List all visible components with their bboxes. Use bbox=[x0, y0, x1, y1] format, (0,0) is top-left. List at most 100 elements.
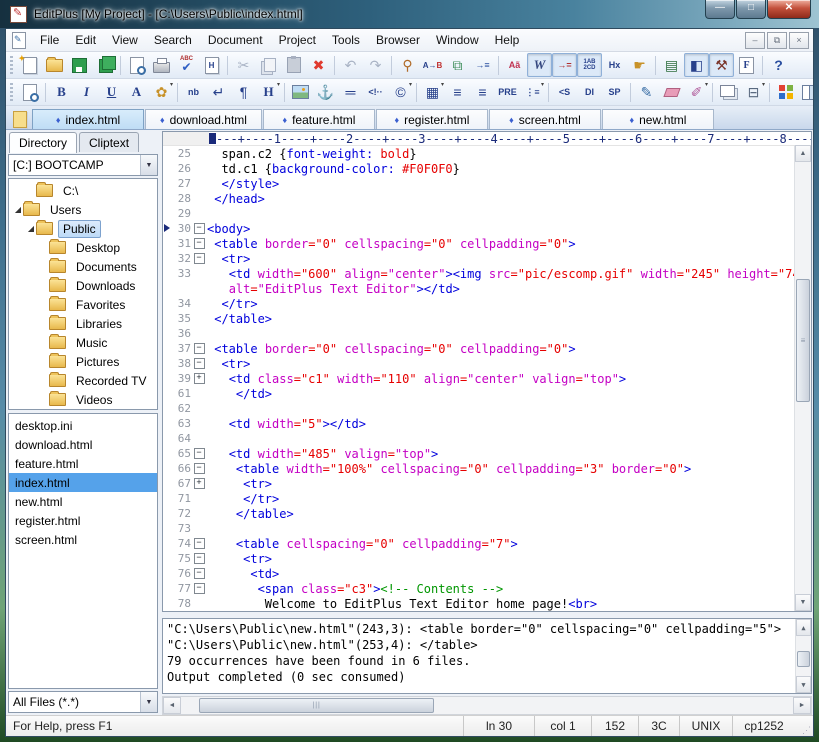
fold-collapse-icon[interactable]: − bbox=[194, 568, 205, 579]
chevron-down-icon[interactable]: ▼ bbox=[140, 155, 157, 175]
code-line-71[interactable]: 71 </tr> bbox=[163, 491, 794, 506]
document-selector-icon[interactable] bbox=[8, 109, 32, 129]
fold-column[interactable]: − bbox=[191, 448, 207, 459]
code-line-65[interactable]: 65− <td width="485" valign="top"> bbox=[163, 446, 794, 461]
scroll-track[interactable] bbox=[796, 636, 811, 676]
tab-feature.html[interactable]: ♦feature.html bbox=[263, 109, 375, 129]
eraser-button[interactable] bbox=[659, 80, 684, 104]
tools-window-button[interactable]: ⚒ bbox=[709, 53, 734, 77]
table-button[interactable]: ▦ bbox=[420, 80, 445, 104]
menu-document[interactable]: Document bbox=[200, 31, 271, 49]
code-line-77[interactable]: 77− <span class="c3"><!-- Contents --> bbox=[163, 581, 794, 596]
find-in-files-button[interactable]: ⧉ bbox=[445, 53, 470, 77]
save-all-button[interactable] bbox=[92, 53, 117, 77]
tree-item-music[interactable]: Music bbox=[9, 333, 157, 352]
output-panel[interactable]: ▲ ▼ "C:\Users\Public\new.html"(243,3): <… bbox=[162, 618, 812, 694]
scroll-track[interactable]: ||| bbox=[181, 697, 793, 714]
fold-collapse-icon[interactable]: − bbox=[194, 553, 205, 564]
scroll-down-icon[interactable]: ▼ bbox=[795, 594, 811, 611]
code-line-64[interactable]: 64 bbox=[163, 431, 794, 446]
undo-button[interactable]: ↶ bbox=[338, 53, 363, 77]
strikeout-button[interactable]: <S bbox=[552, 80, 577, 104]
file-item-register.html[interactable]: register.html bbox=[9, 511, 157, 530]
mdi-restore-button[interactable]: ⧉ bbox=[767, 32, 787, 49]
code-line-wrap[interactable]: alt="EditPlus Text Editor"></td> bbox=[163, 281, 794, 296]
file-item-index.html[interactable]: index.html bbox=[9, 473, 157, 492]
tree-item-favorites[interactable]: Favorites bbox=[9, 295, 157, 314]
code-area[interactable]: 25 span.c2 {font-weight: bold}26 td.c1 {… bbox=[163, 146, 811, 611]
text-case-button[interactable]: Aã bbox=[502, 53, 527, 77]
pre-button[interactable]: PRE bbox=[495, 80, 520, 104]
drive-selector[interactable]: [C:] BOOTCAMP ▼ bbox=[8, 154, 158, 176]
edit-source-button[interactable]: ✎ bbox=[634, 80, 659, 104]
print-preview-button[interactable] bbox=[124, 53, 149, 77]
fold-collapse-icon[interactable]: − bbox=[194, 223, 205, 234]
editor-horizontal-scrollbar[interactable]: ◄ ||| ► bbox=[162, 696, 812, 715]
toolbar-grip[interactable] bbox=[10, 56, 13, 74]
image-button[interactable] bbox=[288, 80, 313, 104]
close-button[interactable]: ✕ bbox=[767, 0, 811, 19]
resize-grip[interactable]: ⋰ bbox=[795, 716, 813, 737]
fold-column[interactable]: − bbox=[191, 253, 207, 264]
fold-column[interactable]: − bbox=[191, 223, 207, 234]
align-center-button[interactable]: ≡ bbox=[470, 80, 495, 104]
fold-column[interactable]: + bbox=[191, 373, 207, 384]
editor[interactable]: ---+----1----+----2----+----3----+----4-… bbox=[162, 131, 812, 612]
code-line-74[interactable]: 74− <table cellspacing="0" cellpadding="… bbox=[163, 536, 794, 551]
fold-column[interactable]: − bbox=[191, 343, 207, 354]
code-line-28[interactable]: 28 </head> bbox=[163, 191, 794, 206]
tab-register.html[interactable]: ♦register.html bbox=[376, 109, 488, 129]
code-line-62[interactable]: 62 bbox=[163, 401, 794, 416]
scroll-thumb[interactable] bbox=[797, 651, 810, 667]
heading-button[interactable]: H bbox=[256, 80, 281, 104]
code-line-61[interactable]: 61 </td> bbox=[163, 386, 794, 401]
code-line-34[interactable]: 34 </tr> bbox=[163, 296, 794, 311]
directory-window-button[interactable]: ◧ bbox=[684, 53, 709, 77]
code-line-38[interactable]: 38− <tr> bbox=[163, 356, 794, 371]
code-line-66[interactable]: 66− <table width="100%" cellspacing="0" … bbox=[163, 461, 794, 476]
span-button[interactable]: SP bbox=[602, 80, 627, 104]
cliptext-list-button[interactable]: ☛ bbox=[627, 53, 652, 77]
tree-item-pictures[interactable]: Pictures bbox=[9, 352, 157, 371]
file-filter-selector[interactable]: All Files (*.*) ▼ bbox=[8, 691, 158, 713]
tree-item-recordedtv[interactable]: Recorded TV bbox=[9, 371, 157, 390]
nbsp-button[interactable]: nb bbox=[181, 80, 206, 104]
fold-collapse-icon[interactable]: − bbox=[194, 583, 205, 594]
fold-column[interactable]: − bbox=[191, 463, 207, 474]
maximize-button[interactable]: □ bbox=[736, 0, 766, 19]
menu-file[interactable]: File bbox=[32, 31, 67, 49]
fold-collapse-icon[interactable]: − bbox=[194, 448, 205, 459]
file-item-screen.html[interactable]: screen.html bbox=[9, 530, 157, 549]
scroll-thumb[interactable]: ≡ bbox=[796, 279, 810, 402]
code-line-35[interactable]: 35 </table> bbox=[163, 311, 794, 326]
scroll-left-icon[interactable]: ◄ bbox=[163, 697, 181, 714]
horizontal-rule-button[interactable]: ═ bbox=[338, 80, 363, 104]
delete-button[interactable]: ✖ bbox=[306, 53, 331, 77]
italic-button[interactable]: I bbox=[74, 80, 99, 104]
fold-collapse-icon[interactable]: − bbox=[194, 463, 205, 474]
sidebar-tab-cliptext[interactable]: Cliptext bbox=[79, 132, 139, 152]
scroll-thumb[interactable]: ||| bbox=[199, 698, 434, 713]
div-button[interactable]: DI bbox=[577, 80, 602, 104]
menu-tools[interactable]: Tools bbox=[324, 31, 368, 49]
new-html-page-button[interactable]: H bbox=[199, 53, 224, 77]
copy-button[interactable] bbox=[256, 53, 281, 77]
output-vertical-scrollbar[interactable]: ▲ ▼ bbox=[795, 619, 811, 693]
code-line-27[interactable]: 27 </style> bbox=[163, 176, 794, 191]
line-number-button[interactable]: 1AB 2CD bbox=[577, 53, 602, 77]
replace-button[interactable]: A→B bbox=[420, 53, 445, 77]
file-item-feature.html[interactable]: feature.html bbox=[9, 454, 157, 473]
paragraph-button[interactable]: ¶ bbox=[231, 80, 256, 104]
code-line-25[interactable]: 25 span.c2 {font-weight: bold} bbox=[163, 146, 794, 161]
menu-browser[interactable]: Browser bbox=[368, 31, 428, 49]
align-justify-button[interactable]: ≡ bbox=[445, 80, 470, 104]
menu-window[interactable]: Window bbox=[428, 31, 487, 49]
code-line-31[interactable]: 31− <table border="0" cellspacing="0" ce… bbox=[163, 236, 794, 251]
color-button[interactable]: ✿ bbox=[149, 80, 174, 104]
code-line-36[interactable]: 36 bbox=[163, 326, 794, 341]
title-bar[interactable]: EditPlus [My Project] - [C:\Users\Public… bbox=[0, 0, 819, 28]
code-line-78[interactable]: 78 Welcome to EditPlus Text Editor home … bbox=[163, 596, 794, 611]
code-line-29[interactable]: 29 bbox=[163, 206, 794, 221]
spell-check-button[interactable]: ABC✔ bbox=[174, 53, 199, 77]
print-button[interactable] bbox=[149, 53, 174, 77]
